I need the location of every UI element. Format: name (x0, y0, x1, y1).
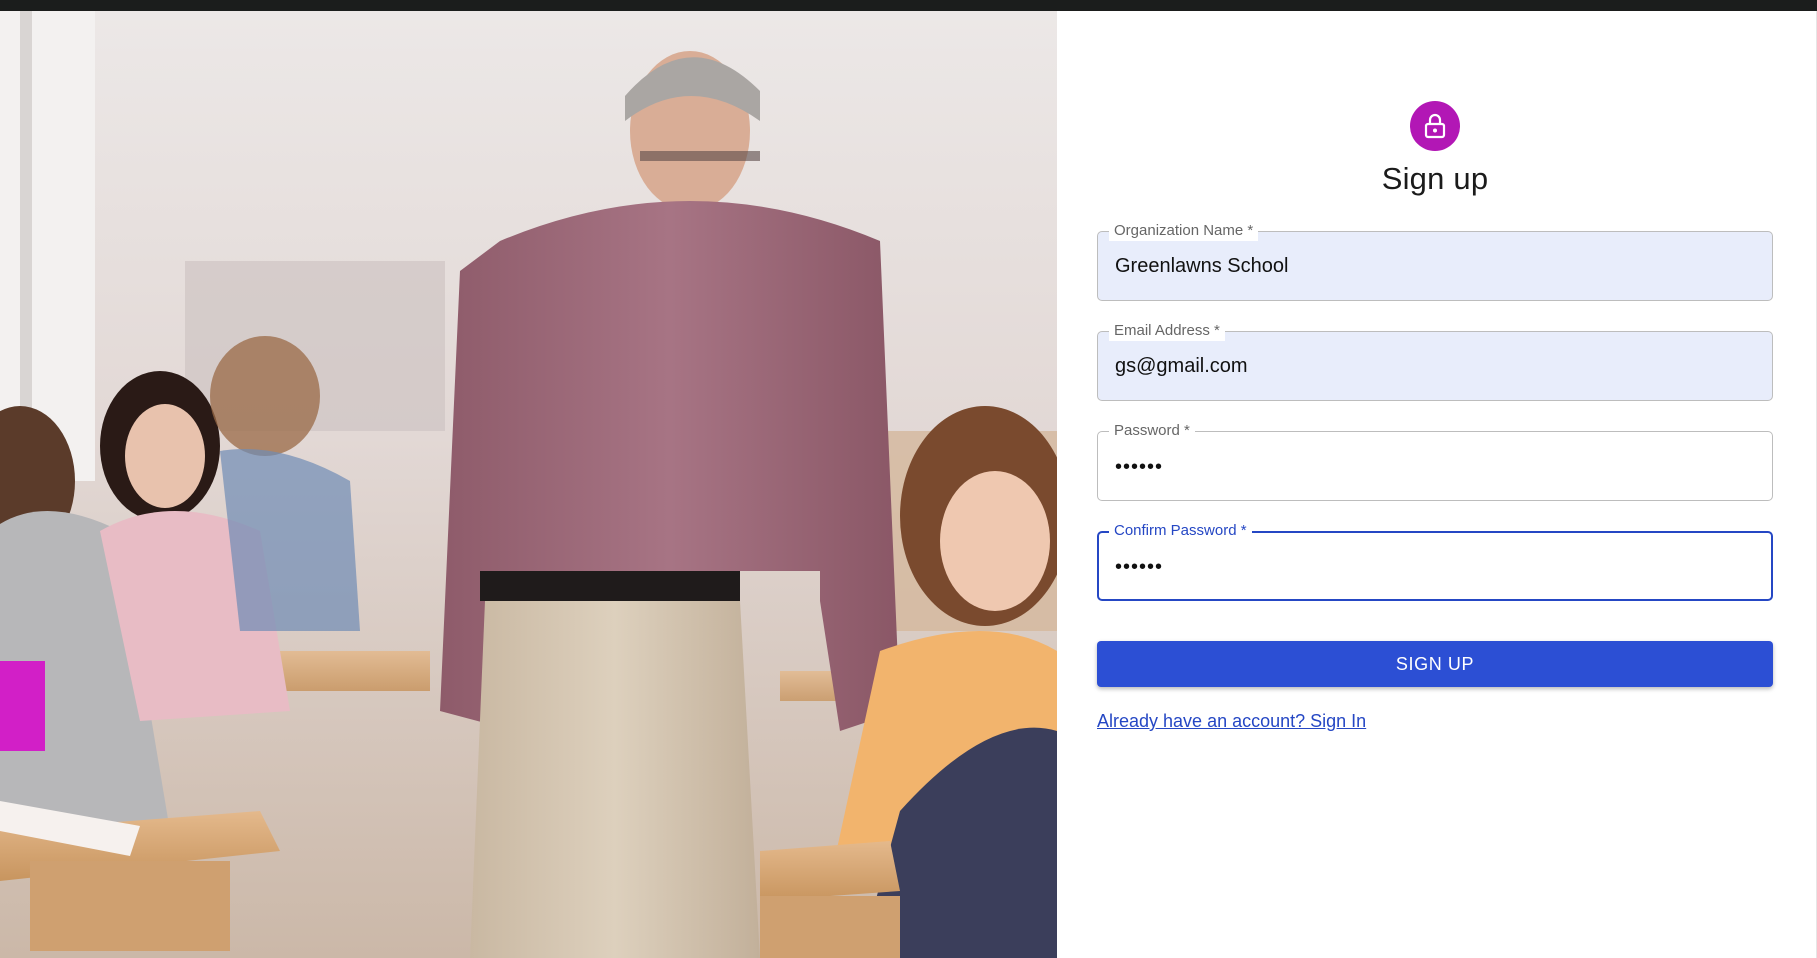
email-address-value[interactable]: gs@gmail.com (1115, 352, 1248, 380)
sign-up-button[interactable]: SIGN UP (1097, 641, 1773, 687)
password-value[interactable]: •••••• (1115, 453, 1163, 481)
password-label: Password * (1109, 421, 1195, 441)
classroom-photo (0, 11, 1057, 958)
confirm-password-field[interactable]: Confirm Password * •••••• (1097, 521, 1773, 601)
organization-name-label: Organization Name * (1109, 221, 1259, 241)
page-title: Sign up (1381, 161, 1489, 196)
lock-icon (1424, 113, 1446, 139)
signup-panel: Sign up Organization Name * Greenlawns S… (1057, 11, 1817, 958)
sign-in-link[interactable]: Already have an account? Sign In (1097, 711, 1366, 732)
organization-name-value[interactable]: Greenlawns School (1115, 252, 1288, 280)
lock-avatar (1410, 101, 1460, 151)
email-address-label: Email Address * (1109, 321, 1225, 341)
password-field[interactable]: Password * •••••• (1097, 421, 1773, 501)
confirm-password-value[interactable]: •••••• (1115, 553, 1163, 581)
email-address-field[interactable]: Email Address * gs@gmail.com (1097, 321, 1773, 401)
organization-name-field[interactable]: Organization Name * Greenlawns School (1097, 221, 1773, 301)
browser-top-bar (0, 0, 1817, 11)
confirm-password-label: Confirm Password * (1109, 521, 1252, 541)
